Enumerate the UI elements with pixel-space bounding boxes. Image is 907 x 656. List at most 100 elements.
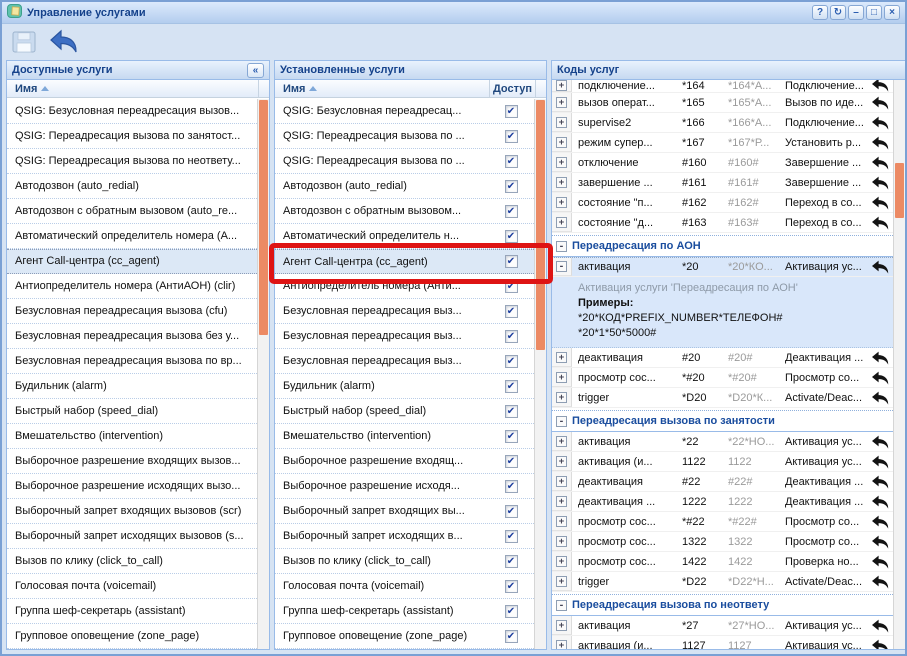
access-checkbox[interactable]: ✔	[505, 355, 518, 368]
undo-code-button[interactable]	[866, 515, 893, 529]
refresh-button[interactable]: ↻	[830, 5, 846, 20]
expand-row-icon[interactable]: +	[556, 436, 567, 447]
expand-row-icon[interactable]: +	[556, 197, 567, 208]
collapse-group-icon[interactable]: -	[556, 600, 567, 611]
code-row[interactable]: +просмотр сос...13221322Просмотр со...	[552, 532, 893, 552]
access-checkbox[interactable]: ✔	[505, 305, 518, 318]
close-button[interactable]: ×	[884, 5, 900, 20]
expand-row-icon[interactable]: +	[556, 80, 567, 91]
code-row[interactable]: +supervise2*166*166*А...Подключение...	[552, 113, 893, 133]
access-checkbox[interactable]: ✔	[505, 380, 518, 393]
code-group-header[interactable]: -Переадресация вызова по занятости	[552, 410, 893, 432]
access-checkbox[interactable]: ✔	[505, 555, 518, 568]
code-row[interactable]: +режим супер...*167*167*Р...Установить р…	[552, 133, 893, 153]
installed-list-item[interactable]: QSIG: Безусловная переадресац...✔	[275, 99, 534, 124]
access-checkbox[interactable]: ✔	[505, 130, 518, 143]
expand-row-icon[interactable]: +	[556, 456, 567, 467]
expand-row-icon[interactable]: +	[556, 117, 567, 128]
installed-list-item[interactable]: Безусловная переадресация выз...✔	[275, 299, 534, 324]
code-row[interactable]: +завершение ...#161#161#Завершение ...	[552, 173, 893, 193]
expand-row-icon[interactable]: +	[556, 556, 567, 567]
code-group-header[interactable]: -Переадресация по АОН	[552, 235, 893, 257]
expand-row-icon[interactable]: +	[556, 516, 567, 527]
installed-list-item[interactable]: QSIG: Переадресация вызова по ...✔	[275, 149, 534, 174]
available-list-item[interactable]: Выборочное разрешение исходящих вызо...	[7, 474, 257, 499]
undo-code-button[interactable]	[866, 639, 893, 650]
maximize-button[interactable]: □	[866, 5, 882, 20]
code-row[interactable]: +просмотр сос...*#20*#20#Просмотр со...	[552, 368, 893, 388]
installed-scrollbar[interactable]	[534, 99, 546, 649]
code-row[interactable]: +просмотр сос...*#22*#22#Просмотр со...	[552, 512, 893, 532]
expand-row-icon[interactable]: +	[556, 137, 567, 148]
expand-row-icon[interactable]: +	[556, 177, 567, 188]
code-row[interactable]: +состояние "д...#163#163#Переход в со...	[552, 213, 893, 233]
code-row[interactable]: +состояние "п...#162#162#Переход в со...	[552, 193, 893, 213]
available-list-item[interactable]: Безусловная переадресация вызова без у..…	[7, 324, 257, 349]
installed-list-item[interactable]: Будильник (alarm)✔	[275, 374, 534, 399]
expand-row-icon[interactable]: +	[556, 476, 567, 487]
available-list-item[interactable]: Автодозвон (auto_redial)	[7, 174, 257, 199]
available-scrollbar-thumb[interactable]	[259, 100, 268, 335]
collapse-group-icon[interactable]: -	[556, 416, 567, 427]
access-checkbox[interactable]: ✔	[505, 505, 518, 518]
undo-code-button[interactable]	[866, 176, 893, 190]
installed-list-item[interactable]: Голосовая почта (voicemail)✔	[275, 574, 534, 599]
expand-row-icon[interactable]: +	[556, 392, 567, 403]
access-checkbox[interactable]: ✔	[505, 330, 518, 343]
undo-code-button[interactable]	[866, 475, 893, 489]
undo-code-button[interactable]	[866, 391, 893, 405]
code-group-header[interactable]: -Переадресация вызова по неответу	[552, 594, 893, 616]
code-row[interactable]: +активация (и...11221122Активация ус...	[552, 452, 893, 472]
undo-code-button[interactable]	[866, 80, 893, 92]
installed-list-item[interactable]: Вызов по клику (click_to_call)✔	[275, 549, 534, 574]
undo-button[interactable]	[48, 27, 80, 57]
code-row[interactable]: +активация*22*22*НО...Активация ус...	[552, 432, 893, 452]
codes-scrollbar[interactable]	[893, 80, 905, 649]
expand-row-icon[interactable]: +	[556, 640, 567, 650]
code-row[interactable]: +активация*27*27*НО...Активация ус...	[552, 616, 893, 636]
access-checkbox[interactable]: ✔	[505, 180, 518, 193]
installed-list-item[interactable]: Групповое оповещение (zone_page)✔	[275, 624, 534, 649]
installed-list-item[interactable]: Безусловная переадресация выз...✔	[275, 349, 534, 374]
undo-code-button[interactable]	[866, 116, 893, 130]
expand-row-icon[interactable]: +	[556, 97, 567, 108]
collapse-panel-button[interactable]: «	[247, 63, 264, 78]
available-scrollbar[interactable]	[257, 99, 269, 649]
available-list-item[interactable]: Агент Call-центра (cc_agent)	[7, 249, 257, 274]
undo-code-button[interactable]	[866, 351, 893, 365]
installed-list-item[interactable]: Вмешательство (intervention)✔	[275, 424, 534, 449]
code-row[interactable]: +отключение#160#160#Завершение ...	[552, 153, 893, 173]
access-checkbox[interactable]: ✔	[505, 605, 518, 618]
code-row[interactable]: +trigger*D20*D20*К...Activate/Deac...	[552, 388, 893, 408]
codes-scrollbar-thumb[interactable]	[895, 163, 904, 218]
available-list-item[interactable]: Выборочный запрет исходящих вызовов (s..…	[7, 524, 257, 549]
collapse-row-icon[interactable]: -	[556, 261, 567, 272]
access-checkbox[interactable]: ✔	[505, 530, 518, 543]
code-row[interactable]: +вызов операт...*165*165*А...Вызов по ид…	[552, 93, 893, 113]
installed-list-item[interactable]: Выборочный запрет входящих вы...✔	[275, 499, 534, 524]
access-checkbox[interactable]: ✔	[505, 480, 518, 493]
installed-list-item[interactable]: Автодозвон (auto_redial)✔	[275, 174, 534, 199]
available-list-item[interactable]: Быстрый набор (speed_dial)	[7, 399, 257, 424]
available-list-item[interactable]: Вызов по клику (click_to_call)	[7, 549, 257, 574]
installed-list-item[interactable]: Группа шеф-секретарь (assistant)✔	[275, 599, 534, 624]
available-list-item[interactable]: QSIG: Безусловная переадресация вызов...	[7, 99, 257, 124]
available-list-item[interactable]: Безусловная переадресация вызова (cfu)	[7, 299, 257, 324]
installed-list-item[interactable]: Выборочное разрешение входящ...✔	[275, 449, 534, 474]
access-checkbox[interactable]: ✔	[505, 430, 518, 443]
access-checkbox[interactable]: ✔	[505, 230, 518, 243]
available-list-item[interactable]: Выборочный запрет входящих вызовов (scr)	[7, 499, 257, 524]
undo-code-button[interactable]	[866, 455, 893, 469]
available-list-item[interactable]: Автодозвон с обратным вызовом (auto_re..…	[7, 199, 257, 224]
available-list-item[interactable]: Антиопределитель номера (АнтиАОН) (clir)	[7, 274, 257, 299]
undo-code-button[interactable]	[866, 619, 893, 633]
undo-code-button[interactable]	[866, 216, 893, 230]
save-button[interactable]	[8, 27, 40, 57]
undo-code-button[interactable]	[866, 96, 893, 110]
code-row[interactable]: +активация (и...11271127Активация ус...	[552, 636, 893, 649]
collapse-group-icon[interactable]: -	[556, 241, 567, 252]
expand-row-icon[interactable]: +	[556, 372, 567, 383]
access-checkbox[interactable]: ✔	[505, 630, 518, 643]
code-row[interactable]: -активация*20*20*КО...Активация ус...	[552, 257, 893, 277]
code-row[interactable]: +деактивация#22#22#Деактивация ...	[552, 472, 893, 492]
